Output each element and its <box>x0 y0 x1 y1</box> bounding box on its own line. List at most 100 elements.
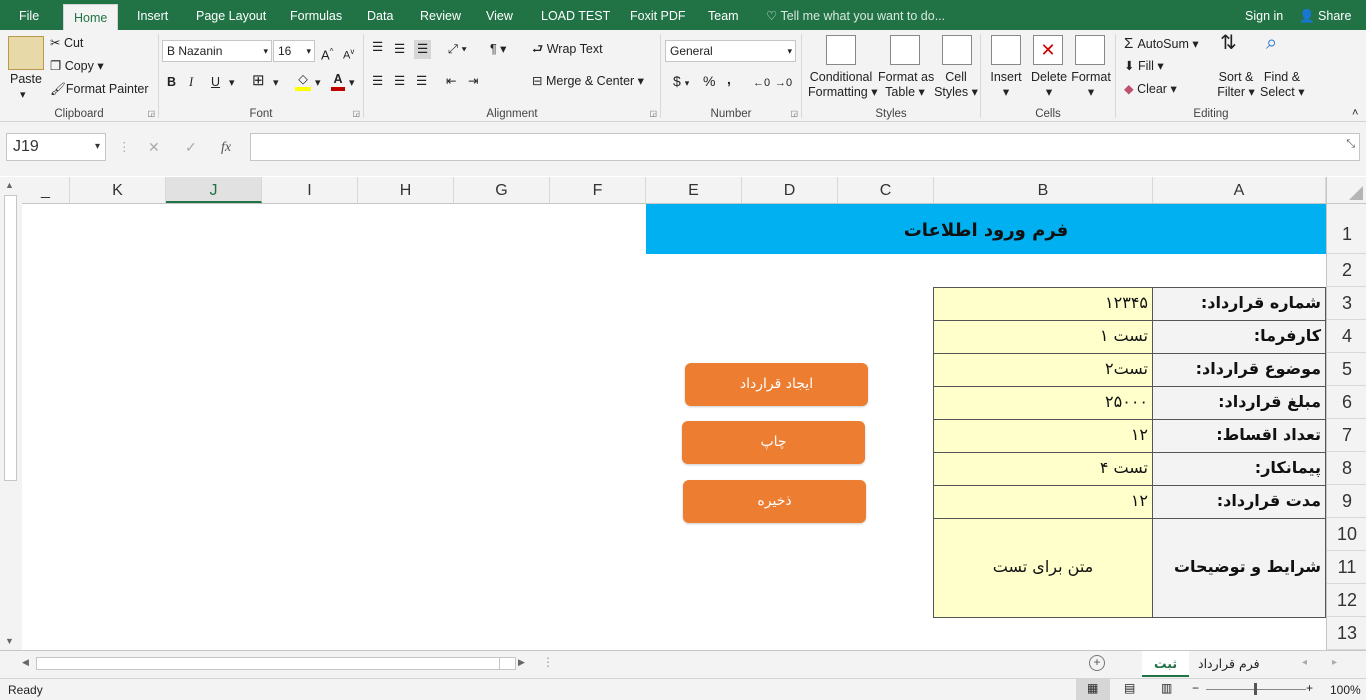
insert-function-icon[interactable]: fx <box>221 140 231 155</box>
increase-font-icon[interactable]: A^ <box>321 44 333 62</box>
currency-button[interactable]: $ ▾ <box>673 74 689 91</box>
row-header-5[interactable]: 5 <box>1327 353 1366 386</box>
page-break-view-icon[interactable]: ▥ <box>1161 681 1172 695</box>
increase-decimal-icon[interactable]: ←0 <box>753 76 770 91</box>
format-painter-button[interactable]: 🖌Format Painter <box>50 82 149 97</box>
copy-button[interactable]: ❐ Copy ▾ <box>50 59 104 74</box>
row-header-9[interactable]: 9 <box>1327 485 1366 518</box>
save-button[interactable]: ذخیره <box>683 480 866 523</box>
align-top-icon[interactable]: ☰ <box>372 40 383 55</box>
value-contract-subject[interactable]: تست۲ <box>933 353 1153 387</box>
number-launcher-icon[interactable]: ◲ <box>790 109 798 118</box>
borders-icon[interactable]: ⊞ <box>252 73 265 88</box>
percent-button[interactable]: % <box>703 74 715 89</box>
paste-button[interactable]: Paste <box>10 72 42 87</box>
cut-button[interactable]: ✂ Cut <box>50 36 83 51</box>
sheet-tab-contract-form[interactable]: فرم قرارداد <box>1186 651 1272 677</box>
horizontal-scrollbar[interactable] <box>36 657 516 670</box>
font-size-select[interactable]: 16 ▾ <box>273 40 315 62</box>
tab-insert[interactable]: Insert <box>137 0 168 30</box>
alignment-launcher-icon[interactable]: ◲ <box>649 109 657 118</box>
column-header-f[interactable]: F <box>550 177 646 203</box>
create-contract-button[interactable]: ایجاد قرارداد <box>685 363 868 406</box>
row-header-3[interactable]: 3 <box>1327 287 1366 320</box>
font-launcher-icon[interactable]: ◲ <box>352 109 360 118</box>
tab-formulas[interactable]: Formulas <box>290 0 342 30</box>
underline-button[interactable]: U <box>211 75 220 90</box>
decrease-decimal-icon[interactable]: →0 <box>775 76 792 91</box>
enter-icon[interactable]: ✓ <box>185 140 197 155</box>
merge-center-button[interactable]: ⊟ Merge & Center ▾ <box>532 74 644 89</box>
value-contract-duration[interactable]: ۱۲ <box>933 485 1153 519</box>
column-header-e[interactable]: E <box>646 177 742 203</box>
row-header-1[interactable]: 1 <box>1327 204 1366 254</box>
zoom-slider[interactable] <box>1206 683 1306 695</box>
italic-button[interactable]: I <box>189 75 193 90</box>
select-all-corner[interactable] <box>1326 177 1366 204</box>
format-as-table-button[interactable]: Format as Table ▾ <box>878 70 934 100</box>
increase-indent-icon[interactable]: ⇥ <box>468 74 478 89</box>
column-header-b[interactable]: B <box>934 177 1153 203</box>
orientation-icon[interactable]: ⤢ ▾ <box>448 42 467 57</box>
align-bottom-icon[interactable]: ☰ <box>414 40 432 59</box>
insert-cells-button[interactable]: Insert ▾ <box>990 70 1022 100</box>
cancel-icon[interactable]: ✕ <box>148 140 160 155</box>
tab-scroll-right-icon[interactable]: ▸ <box>1332 657 1337 668</box>
column-header-d[interactable]: D <box>742 177 838 203</box>
add-sheet-icon[interactable]: + <box>1089 655 1105 671</box>
row-header-12[interactable]: 12 <box>1327 584 1366 617</box>
decrease-indent-icon[interactable]: ⇤ <box>446 74 456 89</box>
wrap-text-button[interactable]: ⮐ Wrap Text <box>532 42 603 57</box>
formula-input[interactable]: ⤡ <box>250 133 1360 161</box>
align-right-icon[interactable]: ☰ <box>416 74 427 89</box>
tab-foxit-pdf[interactable]: Foxit PDF <box>630 0 686 30</box>
font-color-icon[interactable]: A <box>331 72 345 91</box>
fill-color-icon[interactable]: ◇ <box>295 72 311 91</box>
tab-data[interactable]: Data <box>367 0 393 30</box>
decrease-font-icon[interactable]: Av <box>343 44 354 64</box>
page-layout-view-icon[interactable]: ▤ <box>1124 681 1135 695</box>
row-header-4[interactable]: 4 <box>1327 320 1366 353</box>
column-header-j[interactable]: J <box>166 177 262 203</box>
borders-dropdown-icon[interactable]: ▾ <box>273 76 279 91</box>
value-employer[interactable]: تست ۱ <box>933 320 1153 354</box>
row-header-10[interactable]: 10 <box>1327 518 1366 551</box>
column-header-c[interactable]: C <box>838 177 934 203</box>
zoom-thumb[interactable] <box>1254 683 1257 695</box>
rtl-direction-icon[interactable]: ¶ ▾ <box>490 42 506 57</box>
column-header[interactable]: _ <box>22 177 70 203</box>
sign-in-link[interactable]: Sign in <box>1245 0 1283 30</box>
bold-button[interactable]: B <box>167 75 176 90</box>
tab-review[interactable]: Review <box>420 0 461 30</box>
row-header-7[interactable]: 7 <box>1327 419 1366 452</box>
scroll-thumb[interactable] <box>4 195 17 481</box>
share-button[interactable]: 👤 Share <box>1299 0 1351 30</box>
row-header-8[interactable]: 8 <box>1327 452 1366 485</box>
value-contract-number[interactable]: ۱۲۳۴۵ <box>933 287 1153 321</box>
column-header-i[interactable]: I <box>262 177 358 203</box>
print-button[interactable]: چاپ <box>682 421 865 464</box>
value-contract-amount[interactable]: ۲۵۰۰۰ <box>933 386 1153 420</box>
align-left-icon[interactable]: ☰ <box>372 74 383 89</box>
fill-color-dropdown-icon[interactable]: ▾ <box>315 76 321 91</box>
row-header-2[interactable]: 2 <box>1327 254 1366 287</box>
scroll-up-icon[interactable]: ▲ <box>5 180 14 190</box>
column-header-h[interactable]: H <box>358 177 454 203</box>
tab-view[interactable]: View <box>486 0 513 30</box>
name-box[interactable]: J19 ▾ <box>6 133 106 161</box>
scroll-right-icon[interactable]: ▶ <box>518 657 525 668</box>
value-installments[interactable]: ۱۲ <box>933 419 1153 453</box>
vertical-scrollbar[interactable]: ▲ ▼ <box>0 177 22 650</box>
comma-button[interactable]: , <box>727 72 731 87</box>
font-color-dropdown-icon[interactable]: ▾ <box>349 76 355 91</box>
paste-dropdown-icon[interactable]: ▾ <box>20 88 26 103</box>
delete-cells-button[interactable]: Delete ▾ <box>1031 70 1067 100</box>
column-header-k[interactable]: K <box>70 177 166 203</box>
zoom-in-icon[interactable]: + <box>1306 681 1313 695</box>
row-header-13[interactable]: 13 <box>1327 617 1366 650</box>
align-middle-icon[interactable]: ☰ <box>394 42 405 57</box>
tab-page-layout[interactable]: Page Layout <box>196 0 266 30</box>
tell-me-search[interactable]: ♡ Tell me what you want to do... <box>766 0 945 30</box>
tab-scroll-left-icon[interactable]: ◂ <box>1302 657 1307 668</box>
column-header-g[interactable]: G <box>454 177 550 203</box>
